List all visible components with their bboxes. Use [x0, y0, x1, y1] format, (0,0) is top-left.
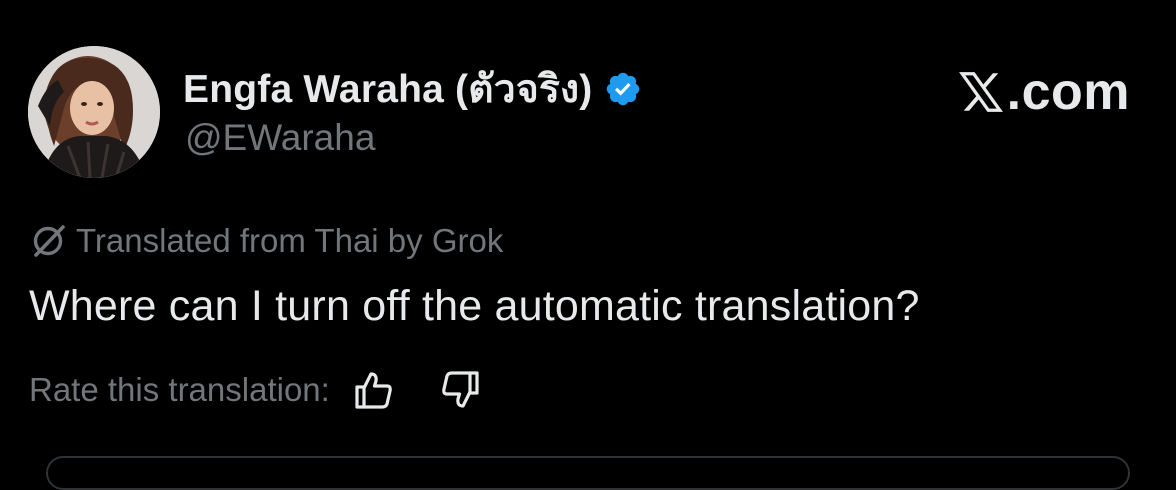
author-name-row: Engfa Waraha (ตัวจริง) — [183, 64, 642, 114]
translation-notice-text: Translated from Thai by Grok — [76, 222, 504, 259]
thumbs-down-icon — [442, 371, 479, 408]
rate-translation-row: Rate this translation: — [29, 366, 484, 414]
author-handle[interactable]: @EWaraha — [185, 117, 375, 159]
avatar-photo — [28, 46, 160, 178]
brand-logo: .com — [957, 66, 1130, 118]
next-card-edge — [46, 456, 1130, 490]
verified-badge-icon[interactable] — [604, 70, 642, 108]
grok-icon — [30, 222, 68, 260]
x-logo-icon — [957, 69, 1005, 115]
avatar[interactable] — [28, 46, 160, 178]
translation-notice: Translated from Thai by Grok — [30, 222, 503, 260]
brand-domain-text: .com — [1006, 63, 1130, 121]
tweet-text: Where can I turn off the automatic trans… — [29, 282, 920, 330]
thumbs-up-icon — [355, 372, 392, 409]
rate-translation-label: Rate this translation: — [29, 371, 330, 408]
thumbs-down-button[interactable] — [436, 366, 484, 414]
author-display-name[interactable]: Engfa Waraha (ตัวจริง) — [183, 58, 592, 120]
thumbs-up-button[interactable] — [350, 366, 398, 414]
